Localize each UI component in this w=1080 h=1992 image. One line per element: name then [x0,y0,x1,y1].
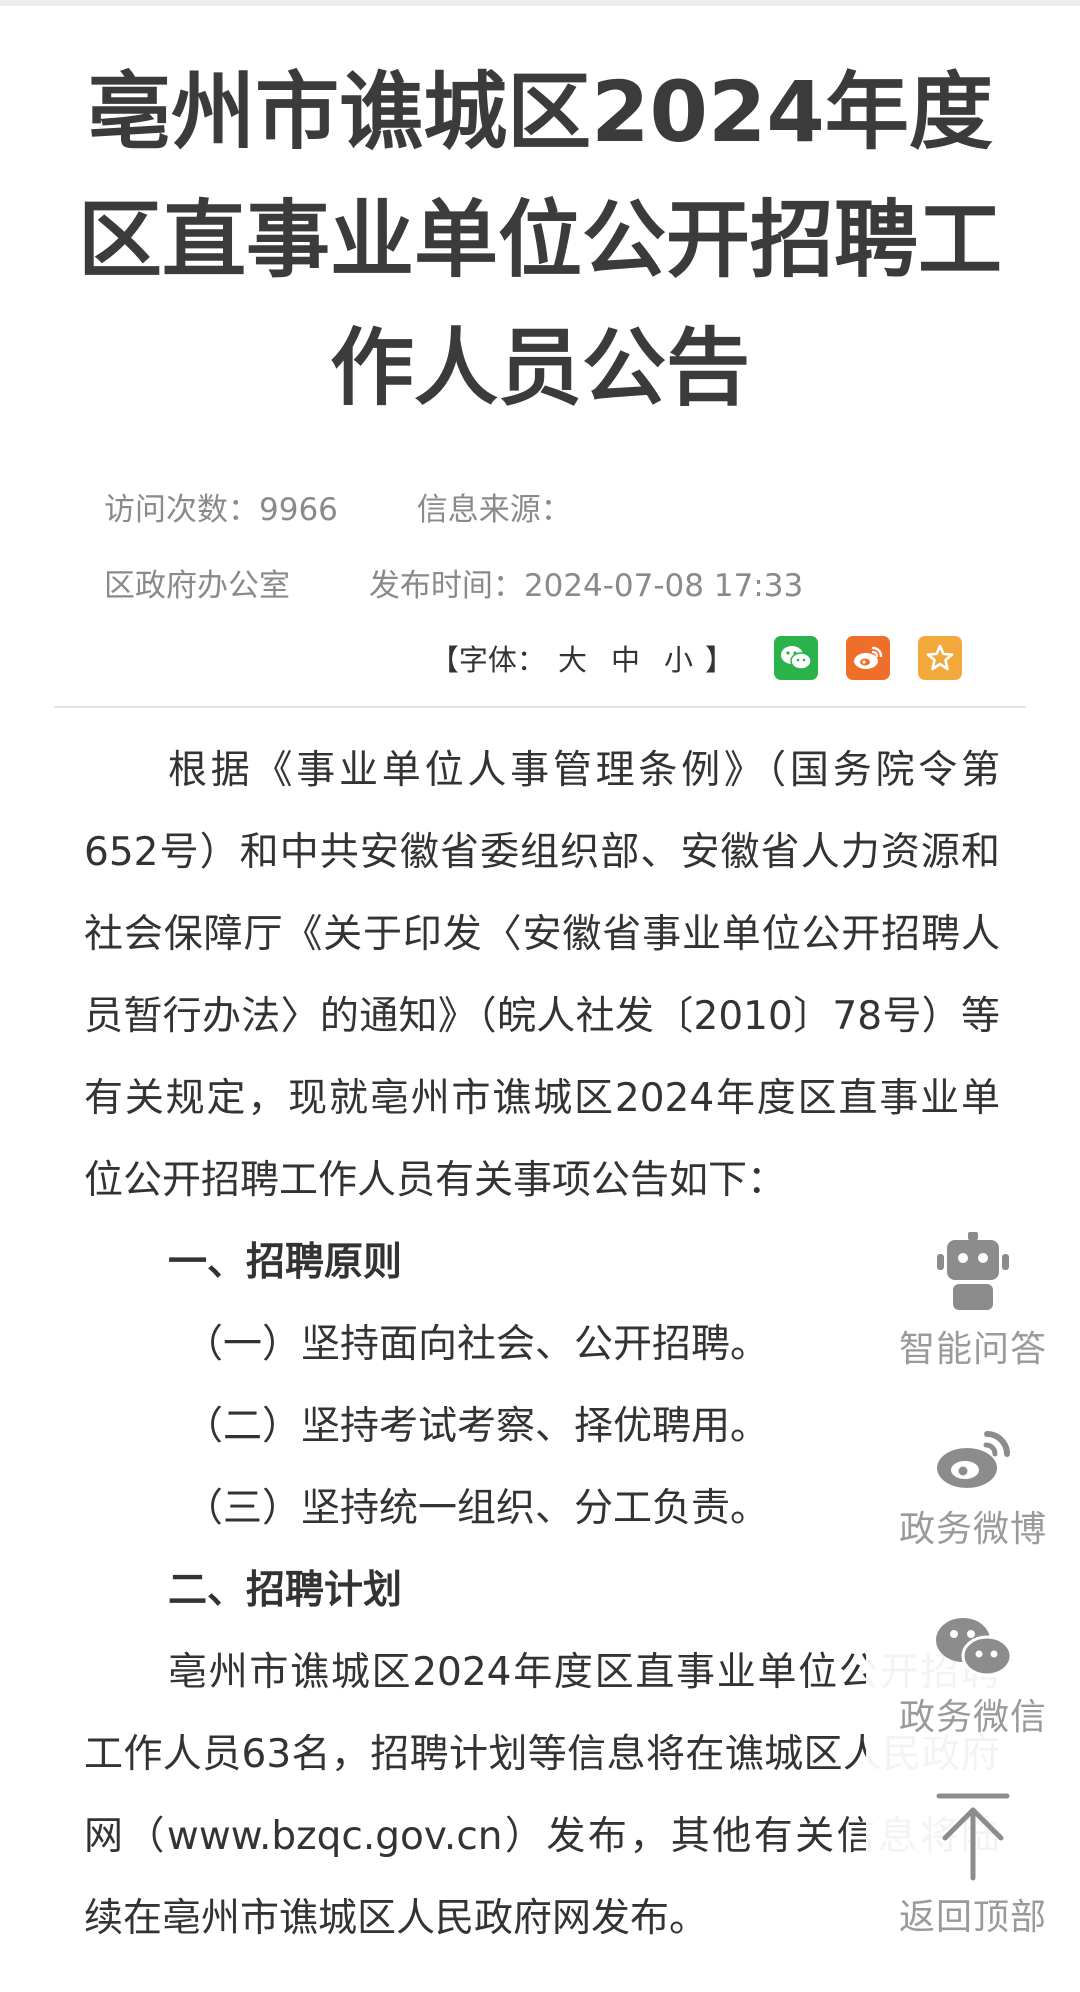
share-wechat-button[interactable] [774,636,818,680]
list-item: （二）坚持考试考察、择优聘用。 [184,1404,770,1449]
article-meta: 访问次数：9966 信息来源： 区政府办公室 发布时间：2024-07-08 17… [104,472,964,624]
header-divider [54,706,1026,708]
share-favorite-button[interactable] [918,636,962,680]
robot-icon [937,1232,1009,1310]
article-title: 亳州市谯城区2024年度区直事业单位公开招聘工作人员公告 [77,63,1002,417]
weibo-icon [937,1431,1010,1488]
source-label: 信息来源： [416,492,572,528]
smart-qa-label: 智能问答 [898,1329,1047,1370]
font-large-button[interactable]: 大 [558,637,587,679]
gov-weibo-label: 政务微博 [898,1509,1047,1550]
arrow-up-icon [936,1793,1010,1881]
intro-paragraph: 根据《事业单位人事管理条例》（国务院令第652号）和中共安徽省委组织部、安徽省人… [84,748,1000,1203]
share-weibo-button[interactable] [846,636,890,680]
list-item: （一）坚持面向社会、公开招聘。 [184,1322,770,1367]
section-heading: 一、招聘原则 [168,1240,403,1285]
font-size-selector: 【字体： 大 中 小 】 [430,637,734,679]
publish-label: 发布时间： [368,568,524,604]
visits-value: 9966 [259,492,338,528]
back-to-top-button[interactable]: 返回顶部 [866,1792,1080,1940]
font-size-label: 【字体： [429,643,546,677]
wechat-icon [781,646,812,670]
plan-paragraph: 亳州市谯城区2024年度区直事业单位公开招聘工作人员63名，招聘计划等信息将在谯… [84,1650,1000,1941]
article-body: 根据《事业单位人事管理条例》（国务院令第652号）和中共安徽省委组织部、安徽省人… [84,730,1000,1960]
star-icon [926,644,954,671]
section-heading: 二、招聘计划 [168,1568,403,1613]
top-strip [0,0,1080,6]
publish-value: 2024-07-08 17:33 [523,568,804,604]
list-item: （三）坚持统一组织、分工负责。 [184,1486,770,1531]
weibo-icon [854,646,883,669]
font-medium-button[interactable]: 中 [611,637,640,679]
gov-weibo-button[interactable]: 政务微博 [866,1424,1080,1552]
source-value: 区政府办公室 [104,568,290,604]
smart-qa-button[interactable]: 智能问答 [866,1230,1080,1372]
article-toolbar: 【字体： 大 中 小 】 [430,632,962,684]
visits-label: 访问次数： [104,492,259,528]
font-small-button[interactable]: 小 [664,637,693,679]
font-size-close: 】 [704,643,734,677]
wechat-icon [936,1618,1013,1677]
floating-service-menu: 智能问答 政务微博 政务微信 返回顶部 [866,1212,1080,1992]
back-to-top-label: 返回顶部 [898,1897,1047,1938]
gov-wechat-label: 政务微信 [898,1697,1047,1738]
gov-wechat-button[interactable]: 政务微信 [866,1612,1080,1740]
